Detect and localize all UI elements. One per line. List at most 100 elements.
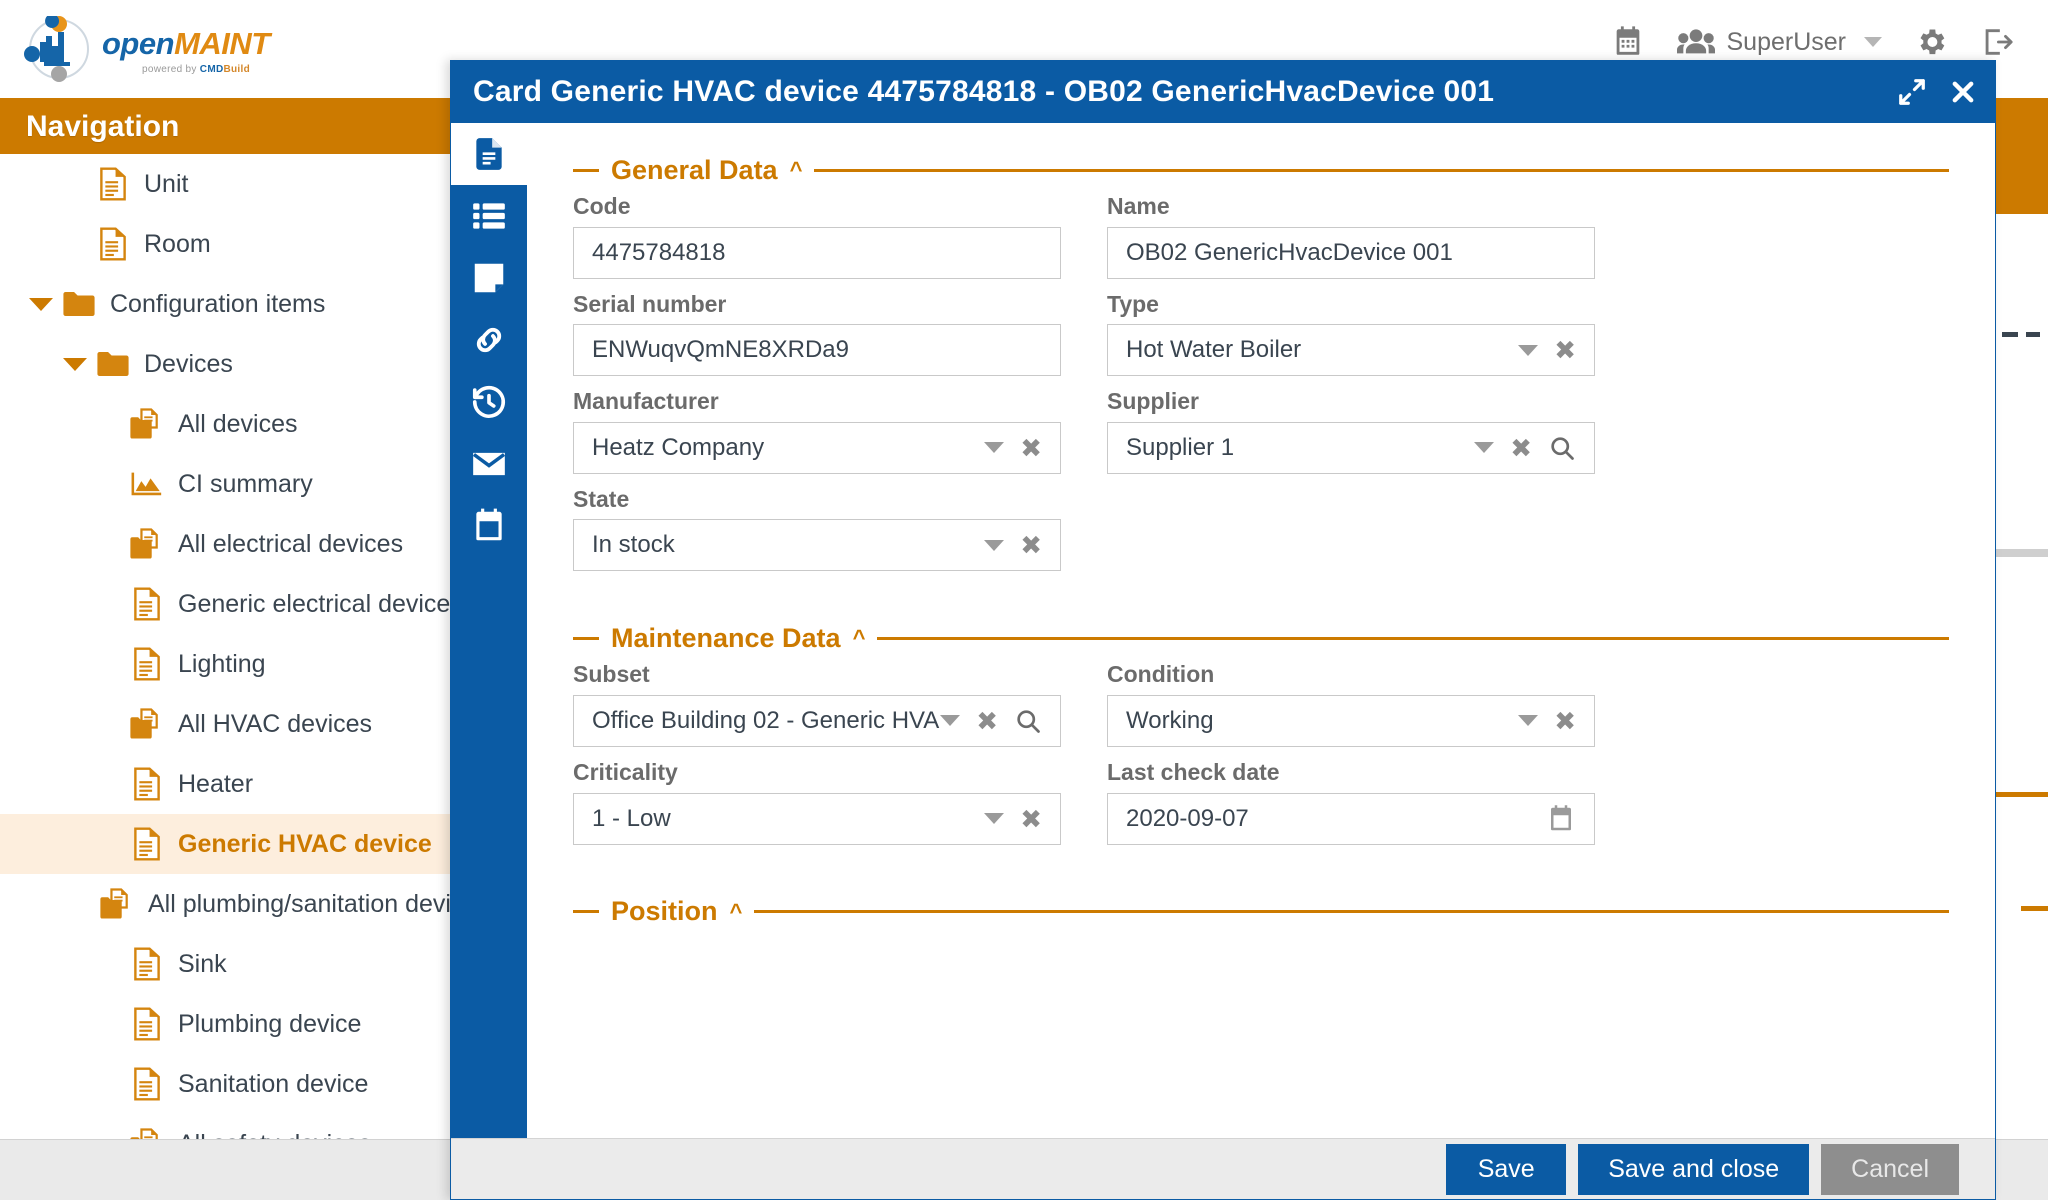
supplier-combobox[interactable]: Supplier 1 ✖ — [1107, 422, 1595, 474]
sidebar-item-sanitation-device[interactable]: Sanitation device — [0, 1054, 460, 1114]
name-input[interactable]: OB02 GenericHvacDevice 001 — [1107, 227, 1595, 279]
chevron-down-icon[interactable] — [984, 540, 1004, 551]
sidebar-item-room[interactable]: Room — [0, 214, 460, 274]
section-maintenance-data[interactable]: Maintenance Data ^ — [573, 615, 1949, 661]
sidebar-item-heater[interactable]: Heater — [0, 754, 460, 814]
section-rule — [754, 910, 1949, 913]
modal-tab-rail — [451, 123, 527, 1138]
state-combobox[interactable]: In stock ✖ — [573, 519, 1061, 571]
sidebar-item-devices[interactable]: Devices — [0, 334, 460, 394]
manufacturer-value: Heatz Company — [592, 434, 984, 462]
sidebar-item-lighting[interactable]: Lighting — [0, 634, 460, 694]
sidebar-item-label: Devices — [144, 350, 233, 379]
sidebar-item-unit[interactable]: Unit — [0, 154, 460, 214]
last-check-date-input[interactable]: 2020-09-07 — [1107, 793, 1595, 845]
sidebar-item-all-hvac-devices[interactable]: All HVAC devices — [0, 694, 460, 754]
clear-icon[interactable]: ✖ — [1554, 708, 1576, 734]
manufacturer-actions: ✖ — [984, 435, 1048, 461]
chevron-down-icon[interactable] — [984, 813, 1004, 824]
field-name: Name OB02 GenericHvacDevice 001 — [1107, 193, 1595, 279]
section-general-data[interactable]: General Data ^ — [573, 147, 1949, 193]
rail-tab-card[interactable] — [451, 123, 527, 185]
sidebar-item-label: Generic HVAC device — [178, 830, 432, 859]
rail-tab-history[interactable] — [451, 371, 527, 433]
chevron-down-icon[interactable] — [984, 442, 1004, 453]
sidebar-item-all-devices[interactable]: All devices — [0, 394, 460, 454]
sidebar-item-all-safety-devices[interactable]: All safety devices — [0, 1114, 460, 1139]
chevron-up-icon[interactable]: ^ — [790, 159, 803, 181]
sidebar-item-plumbing-device[interactable]: Plumbing device — [0, 994, 460, 1054]
sidebar-item-ci-summary[interactable]: CI summary — [0, 454, 460, 514]
logout-icon — [1980, 25, 2014, 59]
chevron-down-icon[interactable] — [1518, 345, 1538, 356]
sidebar-item-label: Room — [144, 230, 211, 259]
sidebar-item-label: CI summary — [178, 470, 313, 499]
rail-tab-relations[interactable] — [451, 309, 527, 371]
expand-icon[interactable] — [1897, 77, 1927, 107]
cancel-button[interactable]: Cancel — [1821, 1144, 1959, 1195]
sidebar-item-configuration-items[interactable]: Configuration items — [0, 274, 460, 334]
subset-combobox[interactable]: Office Building 02 - Generic HVAC ✖ — [573, 695, 1061, 747]
user-group-icon — [1677, 27, 1715, 57]
section-spacer — [573, 583, 1949, 609]
field-last-check-date: Last check date 2020-09-07 — [1107, 759, 1595, 845]
subset-value: Office Building 02 - Generic HVAC — [592, 707, 940, 735]
code-input[interactable]: 4475784818 — [573, 227, 1061, 279]
clear-icon[interactable]: ✖ — [976, 708, 998, 734]
field-last-check-date-label: Last check date — [1107, 759, 1595, 787]
logout-button[interactable] — [1964, 18, 2030, 66]
sidebar-item-label: Lighting — [178, 650, 266, 679]
rail-tab-emails[interactable] — [451, 433, 527, 495]
last-check-date-actions — [1546, 804, 1582, 834]
navigation-title: Navigation — [26, 110, 179, 144]
save-and-close-button[interactable]: Save and close — [1578, 1144, 1809, 1195]
field-state: State In stock ✖ — [573, 486, 1061, 572]
navigation-tree[interactable]: Unit Room Configuration items Devices All de… — [0, 154, 460, 1139]
chevron-down-icon[interactable] — [1518, 715, 1538, 726]
openmaint-logo[interactable]: openMAINT powered by CMDBuild — [22, 12, 352, 86]
clear-icon[interactable]: ✖ — [1020, 806, 1042, 832]
sidebar-item-generic-hvac-device[interactable]: Generic HVAC device — [0, 814, 460, 874]
clear-icon[interactable]: ✖ — [1020, 435, 1042, 461]
document-icon — [124, 827, 170, 861]
sidebar-item-generic-electrical-device[interactable]: Generic electrical device — [0, 574, 460, 634]
logo-maint-text: MAINT — [174, 26, 270, 61]
supplier-value: Supplier 1 — [1126, 434, 1474, 462]
save-button[interactable]: Save — [1446, 1144, 1566, 1195]
type-value: Hot Water Boiler — [1126, 336, 1518, 364]
field-supplier: Supplier Supplier 1 ✖ — [1107, 388, 1595, 474]
clear-icon[interactable]: ✖ — [1020, 532, 1042, 558]
chevron-up-icon[interactable]: ^ — [853, 627, 866, 649]
clear-icon[interactable]: ✖ — [1510, 435, 1532, 461]
serial-number-input[interactable]: ENWuqvQmNE8XRDa9 — [573, 324, 1061, 376]
calendar-button[interactable] — [1595, 18, 1661, 66]
chevron-down-icon[interactable] — [940, 715, 960, 726]
rail-tab-calendar[interactable] — [451, 495, 527, 557]
maintenance-data-left-column: Subset Office Building 02 - Generic HVAC… — [573, 661, 1061, 856]
code-value: 4475784818 — [592, 239, 1048, 267]
rail-tab-details[interactable] — [451, 185, 527, 247]
settings-button[interactable] — [1898, 18, 1964, 66]
search-icon[interactable] — [1548, 434, 1576, 462]
field-condition-label: Condition — [1107, 661, 1595, 689]
user-menu[interactable]: SuperUser — [1661, 18, 1899, 66]
chevron-up-icon[interactable]: ^ — [730, 901, 743, 923]
search-icon[interactable] — [1014, 707, 1042, 735]
calendar-icon[interactable] — [1546, 804, 1576, 834]
close-icon[interactable] — [1949, 78, 1977, 106]
section-position[interactable]: Position ^ — [573, 889, 1949, 935]
rail-tab-notes[interactable] — [451, 247, 527, 309]
condition-combobox[interactable]: Working ✖ — [1107, 695, 1595, 747]
sidebar-item-sink[interactable]: Sink — [0, 934, 460, 994]
section-maintenance-data-label: Maintenance Data — [611, 623, 841, 654]
clear-icon[interactable]: ✖ — [1554, 337, 1576, 363]
manufacturer-combobox[interactable]: Heatz Company ✖ — [573, 422, 1061, 474]
chevron-down-icon[interactable] — [1474, 442, 1494, 453]
sidebar-item-all-plumbing-sanitation-devices[interactable]: All plumbing/sanitation devices — [0, 874, 460, 934]
expander-down-icon[interactable] — [26, 298, 56, 311]
expander-down-icon[interactable] — [60, 358, 90, 371]
general-data-grid: Code 4475784818 Serial number ENWuqvQmNE… — [573, 193, 1949, 583]
type-combobox[interactable]: Hot Water Boiler ✖ — [1107, 324, 1595, 376]
sidebar-item-all-electrical-devices[interactable]: All electrical devices — [0, 514, 460, 574]
criticality-combobox[interactable]: 1 - Low ✖ — [573, 793, 1061, 845]
